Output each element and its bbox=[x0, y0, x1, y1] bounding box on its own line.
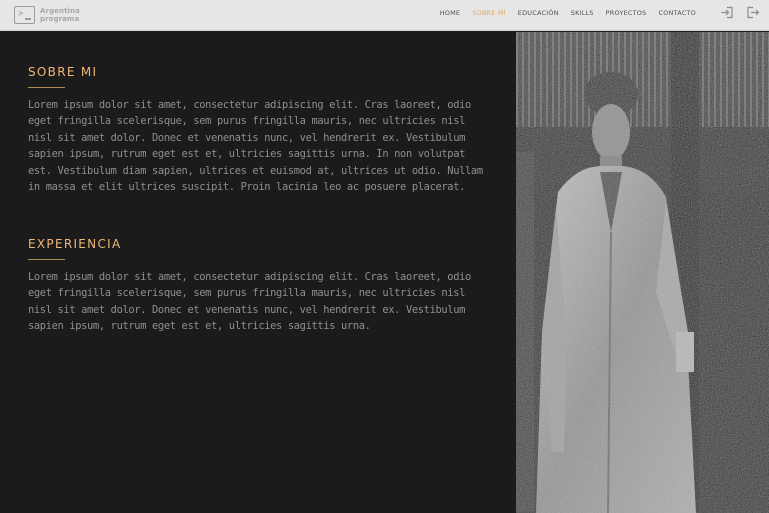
nav-proyectos[interactable]: PROYECTOS bbox=[606, 9, 647, 17]
experience-divider bbox=[28, 259, 65, 260]
main-nav: HOME SOBRE MÍ EDUCACIÓN SKILLS PROYECTOS… bbox=[428, 0, 696, 26]
brand-text: Argentina programa bbox=[40, 7, 80, 23]
brand-line-2: programa bbox=[40, 15, 80, 23]
terminal-icon: > bbox=[14, 6, 35, 24]
top-navbar: > Argentina programa HOME SOBRE MÍ EDUCA… bbox=[0, 0, 769, 31]
nav-contacto[interactable]: CONTACTO bbox=[658, 9, 696, 17]
about-text: Lorem ipsum dolor sit amet, consectetur … bbox=[28, 99, 483, 194]
brand-line-1: Argentina bbox=[40, 7, 80, 15]
login-icon[interactable] bbox=[720, 6, 734, 19]
brand-logo[interactable]: > Argentina programa bbox=[14, 4, 80, 26]
nav-educacion[interactable]: EDUCACIÓN bbox=[518, 9, 559, 17]
nav-sobre-mi[interactable]: SOBRE MÍ bbox=[472, 9, 506, 17]
experience-section: EXPERIENCIA Lorem ipsum dolor sit amet, … bbox=[28, 237, 488, 335]
nav-home[interactable]: HOME bbox=[440, 9, 461, 17]
logout-icon[interactable] bbox=[746, 6, 760, 19]
experience-text: Lorem ipsum dolor sit amet, consectetur … bbox=[28, 271, 471, 333]
portrait-image bbox=[516, 32, 769, 513]
nav-skills[interactable]: SKILLS bbox=[571, 9, 594, 17]
content-panel: SOBRE MI Lorem ipsum dolor sit amet, con… bbox=[0, 32, 516, 513]
about-divider bbox=[28, 87, 65, 88]
profile-photo bbox=[516, 32, 769, 513]
about-section: SOBRE MI Lorem ipsum dolor sit amet, con… bbox=[28, 65, 488, 195]
experience-title: EXPERIENCIA bbox=[28, 237, 122, 251]
about-title: SOBRE MI bbox=[28, 65, 98, 79]
